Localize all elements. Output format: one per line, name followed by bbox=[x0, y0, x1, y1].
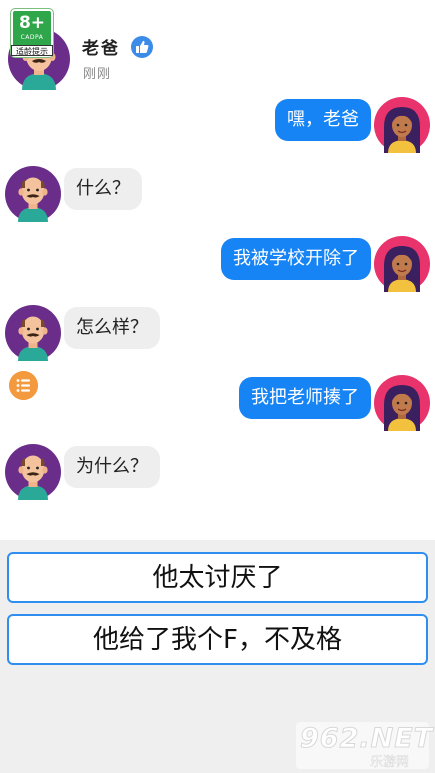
contact-status: 刚刚 bbox=[83, 67, 112, 82]
player-avatar bbox=[374, 375, 430, 431]
site-watermark: 962.NET 乐游网 bbox=[296, 722, 433, 770]
age-rating-tip: 适龄提示 bbox=[11, 45, 53, 56]
chat-area[interactable]: 嘿，老爸 什么？ 我被学校开除了 怎么样？ 我把老师揍了 为什么？ bbox=[0, 92, 435, 540]
contact-name: 老爸 bbox=[82, 39, 120, 59]
reply-choice-button[interactable]: 他太讨厌了 bbox=[7, 552, 428, 603]
message-bubble-incoming: 为什么？ bbox=[64, 446, 160, 488]
dad-avatar bbox=[5, 166, 61, 222]
player-avatar bbox=[374, 236, 430, 292]
like-icon bbox=[131, 36, 153, 58]
age-rating-org: CADPA bbox=[20, 34, 44, 41]
menu-icon[interactable] bbox=[9, 371, 38, 400]
age-rating: 8+ bbox=[18, 13, 46, 33]
watermark-subtitle: 乐游网 bbox=[370, 755, 410, 770]
message-bubble-incoming: 什么？ bbox=[64, 168, 142, 210]
dad-avatar bbox=[5, 444, 61, 500]
chat-header: 8+ CADPA 适龄提示 老爸 刚刚 bbox=[0, 0, 435, 92]
message-bubble-outgoing: 我被学校开除了 bbox=[221, 238, 371, 280]
age-rating-badge: 8+ CADPA 适龄提示 bbox=[11, 9, 53, 57]
player-avatar bbox=[374, 97, 430, 153]
message-bubble-outgoing: 嘿，老爸 bbox=[275, 99, 371, 141]
watermark-logo: 962.NET bbox=[299, 723, 434, 755]
dad-avatar bbox=[5, 305, 61, 361]
reply-choice-button[interactable]: 他给了我个F，不及格 bbox=[7, 614, 428, 665]
message-bubble-outgoing: 我把老师揍了 bbox=[239, 377, 371, 419]
message-bubble-incoming: 怎么样？ bbox=[64, 307, 160, 349]
